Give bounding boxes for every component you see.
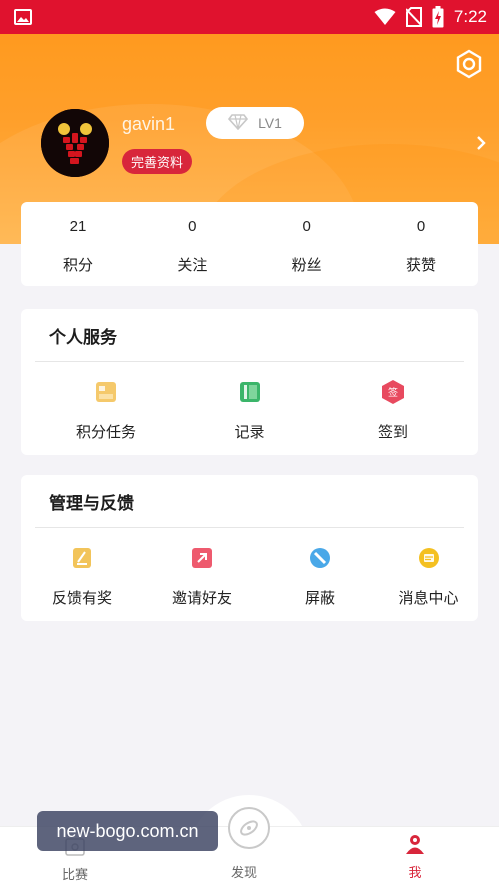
stat-followers[interactable]: 0 粉丝 [250, 202, 364, 286]
personal-services-card: 个人服务 积分任务 记录 签 签到 [21, 309, 478, 455]
nav-item-me[interactable]: 我 [404, 833, 426, 881]
stat-likes[interactable]: 0 获赞 [364, 202, 478, 286]
menu-message-center[interactable]: 消息中心 [379, 535, 478, 608]
block-icon [307, 545, 333, 571]
points-task-icon [93, 379, 119, 405]
management-feedback-card: 管理与反馈 反馈有奖 邀请好友 屏蔽 消息中心 [21, 475, 478, 621]
status-bar: 7:22 [0, 0, 499, 34]
stat-label: 积分 [62, 256, 93, 274]
service-label: 积分任务 [75, 423, 136, 441]
menu-label: 消息中心 [398, 589, 459, 607]
stat-value: 0 [416, 218, 426, 235]
service-label: 签到 [377, 423, 408, 441]
menu-invite-friends[interactable]: 邀请好友 [143, 535, 261, 608]
chevron-right-icon[interactable] [475, 134, 487, 156]
settings-icon [456, 49, 482, 79]
username: gavin1 [122, 114, 176, 134]
menu-label: 屏蔽 [304, 589, 335, 607]
svg-text:签: 签 [388, 386, 398, 399]
stat-label: 获赞 [405, 256, 436, 274]
discover-icon [227, 806, 271, 854]
menu-block[interactable]: 屏蔽 [261, 535, 379, 608]
stat-label: 粉丝 [291, 256, 322, 274]
divider [35, 361, 464, 362]
diamond-icon [228, 113, 249, 133]
nav-label: 比赛 [62, 868, 89, 883]
watermark: new-bogo.com.cn [37, 811, 218, 851]
stat-value: 21 [69, 218, 87, 235]
settings-button[interactable] [453, 48, 485, 80]
me-icon [404, 833, 426, 859]
no-sim-icon [405, 7, 422, 27]
wifi-icon [374, 8, 396, 26]
stat-label: 关注 [177, 256, 208, 274]
level-badge: LV1 [206, 107, 304, 139]
stats-card: 21 积分 0 关注 0 粉丝 0 获赞 [21, 202, 478, 286]
complete-profile-button[interactable]: 完善资料 [122, 149, 193, 174]
clock: 7:22 [453, 7, 487, 26]
record-icon [237, 379, 263, 405]
feedback-icon [69, 545, 95, 571]
menu-label: 邀请好友 [171, 589, 232, 607]
stat-value: 0 [188, 218, 197, 235]
nav-item-discover[interactable]: 发现 [231, 859, 257, 881]
message-center-icon [416, 545, 442, 571]
menu-label: 反馈有奖 [51, 589, 112, 607]
checkin-icon: 签 [380, 379, 406, 405]
stat-following[interactable]: 0 关注 [135, 202, 249, 286]
divider [35, 527, 464, 528]
section-title: 个人服务 [49, 328, 117, 348]
stat-points[interactable]: 21 积分 [21, 202, 135, 286]
service-points-task[interactable]: 积分任务 [21, 369, 191, 442]
discover-button[interactable] [227, 806, 271, 854]
level-label: LV1 [258, 115, 282, 131]
nav-label: 我 [408, 866, 422, 881]
service-label: 记录 [234, 423, 265, 441]
avatar[interactable] [41, 109, 109, 177]
nav-label: 发现 [231, 866, 258, 881]
image-notification-icon [14, 9, 32, 25]
service-record[interactable]: 记录 [191, 369, 308, 442]
invite-icon [189, 545, 215, 571]
menu-feedback-reward[interactable]: 反馈有奖 [21, 535, 143, 608]
service-checkin[interactable]: 签 签到 [308, 369, 478, 442]
stat-value: 0 [302, 218, 311, 235]
battery-charging-icon [432, 6, 444, 28]
section-title: 管理与反馈 [49, 494, 134, 514]
